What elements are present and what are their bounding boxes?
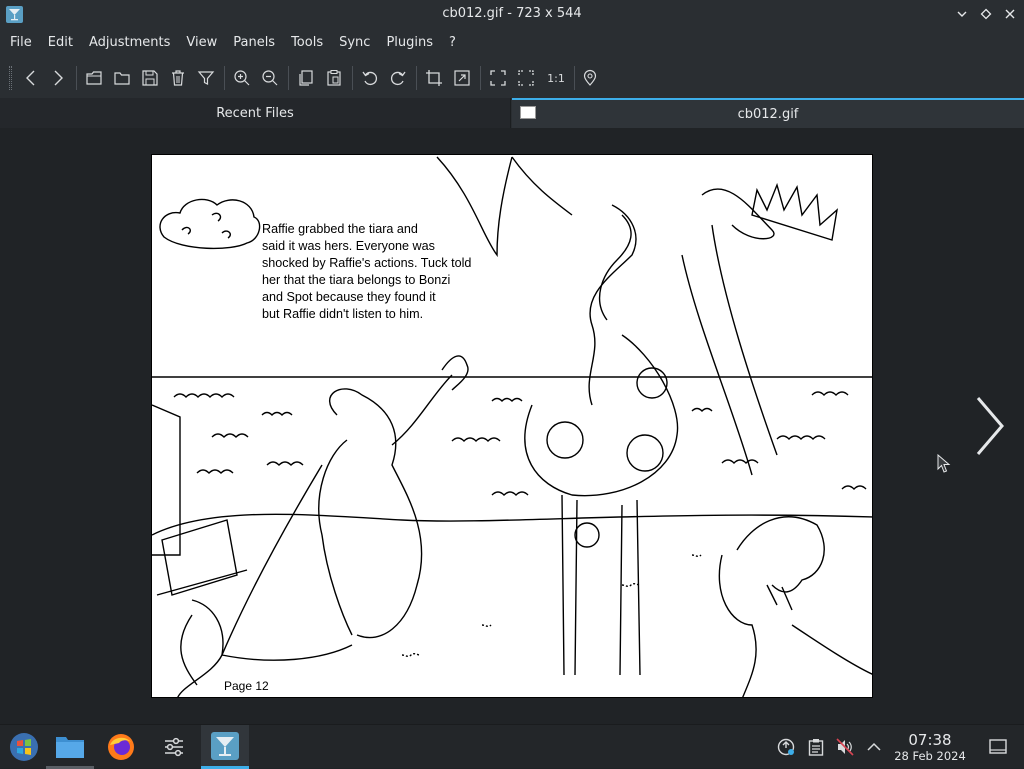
fullscreen-icon[interactable]: [487, 67, 509, 89]
rotate-right-icon[interactable]: [387, 67, 409, 89]
file-manager-icon[interactable]: [46, 725, 94, 769]
forward-arrow-icon[interactable]: [47, 67, 69, 89]
window-title: cb012.gif - 723 x 544: [442, 6, 582, 21]
actual-size-icon[interactable]: 1:1: [543, 67, 569, 89]
tab-cb012[interactable]: cb012.gif: [512, 98, 1024, 128]
fit-window-icon[interactable]: [515, 67, 537, 89]
tab-label: cb012.gif: [737, 106, 799, 122]
save-icon[interactable]: [139, 67, 161, 89]
crop-icon[interactable]: [423, 67, 445, 89]
open-folder-icon[interactable]: [111, 67, 133, 89]
toolbar-separator: [288, 66, 289, 90]
rotate-left-icon[interactable]: [359, 67, 381, 89]
toolbar-separator: [224, 66, 225, 90]
story-line: said it was hers. Everyone was: [262, 239, 435, 253]
menu-help[interactable]: ?: [441, 29, 464, 57]
chevron-up-icon[interactable]: [864, 737, 884, 757]
title-bar: cb012.gif - 723 x 544: [0, 0, 1024, 29]
image-viewer-icon[interactable]: [201, 725, 249, 769]
volume-muted-icon[interactable]: [835, 737, 855, 757]
toolbar-separator: [352, 66, 353, 90]
resize-icon[interactable]: [451, 67, 473, 89]
delete-icon[interactable]: [167, 67, 189, 89]
menu-edit[interactable]: Edit: [40, 29, 81, 57]
image-viewer[interactable]: Raffie grabbed the tiara and said it was…: [0, 128, 1024, 724]
actual-size-label: 1:1: [547, 71, 565, 85]
toolbar-separator: [76, 66, 77, 90]
location-pin-icon[interactable]: [579, 67, 601, 89]
image-thumbnail-icon: [520, 106, 536, 119]
tab-bar: Recent Files cb012.gif: [0, 98, 1024, 128]
story-line: and Spot because they found it: [262, 290, 436, 304]
story-line: Raffie grabbed the tiara and: [262, 222, 418, 236]
menu-bar: File Edit Adjustments View Panels Tools …: [0, 29, 1024, 57]
open-file-icon[interactable]: [83, 67, 105, 89]
maximize-button[interactable]: [978, 6, 994, 22]
taskbar: 07:38 28 Feb 2024: [0, 724, 1024, 769]
start-menu-icon[interactable]: [0, 725, 48, 769]
next-image-arrow-icon[interactable]: [972, 394, 1008, 458]
tab-label: Recent Files: [216, 105, 294, 121]
toolbar: 1:1: [0, 57, 1024, 98]
copy-icon[interactable]: [295, 67, 317, 89]
mouse-cursor-icon: [937, 454, 951, 473]
toolbar-separator: [416, 66, 417, 90]
comic-image: Raffie grabbed the tiara and said it was…: [151, 154, 873, 698]
update-icon[interactable]: [776, 737, 796, 757]
zoom-out-icon[interactable]: [259, 67, 281, 89]
menu-tools[interactable]: Tools: [283, 29, 331, 57]
zoom-in-icon[interactable]: [231, 67, 253, 89]
page-number: Page 12: [224, 679, 269, 693]
firefox-icon[interactable]: [97, 725, 145, 769]
menu-view[interactable]: View: [178, 29, 225, 57]
clock-date[interactable]: 28 Feb 2024: [886, 749, 974, 763]
story-line: shocked by Raffie's actions. Tuck told: [262, 256, 472, 270]
toolbar-grip[interactable]: [9, 66, 12, 90]
menu-adjustments[interactable]: Adjustments: [81, 29, 178, 57]
menu-file[interactable]: File: [2, 29, 40, 57]
menu-plugins[interactable]: Plugins: [378, 29, 441, 57]
tab-recent-files[interactable]: Recent Files: [0, 98, 511, 128]
back-arrow-icon[interactable]: [20, 67, 42, 89]
close-button[interactable]: [1002, 6, 1018, 22]
menu-panels[interactable]: Panels: [225, 29, 283, 57]
story-line: but Raffie didn't listen to him.: [262, 307, 424, 321]
minimize-button[interactable]: [954, 6, 970, 22]
settings-mixer-icon[interactable]: [150, 725, 198, 769]
toolbar-separator: [574, 66, 575, 90]
menu-sync[interactable]: Sync: [331, 29, 378, 57]
filter-icon[interactable]: [195, 67, 217, 89]
clipboard-icon[interactable]: [806, 737, 826, 757]
clock-time[interactable]: 07:38: [890, 731, 970, 749]
paste-icon[interactable]: [323, 67, 345, 89]
story-text: Raffie grabbed the tiara and said it was…: [262, 221, 522, 323]
story-line: her that the tiara belongs to Bonzi: [262, 273, 451, 287]
show-desktop-icon[interactable]: [988, 737, 1008, 757]
toolbar-separator: [480, 66, 481, 90]
